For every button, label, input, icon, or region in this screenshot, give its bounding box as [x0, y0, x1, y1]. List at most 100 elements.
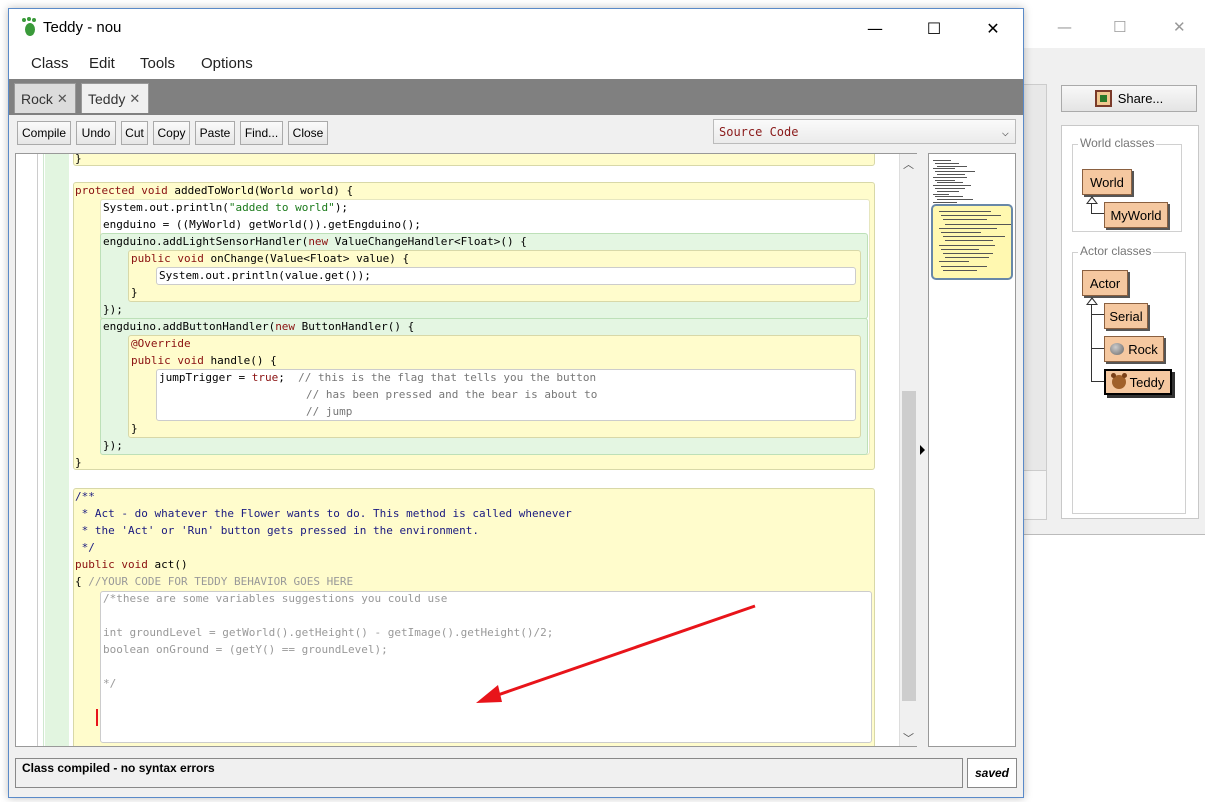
code-line: public void act()	[75, 558, 188, 571]
code-comment: // has been pressed and the bear is abou…	[306, 388, 598, 401]
menu-tools[interactable]: Tools	[140, 55, 175, 72]
minimap-line	[933, 202, 957, 203]
tab-rock[interactable]: Rock ✕	[14, 83, 76, 113]
code-line: engduino = ((MyWorld) getWorld()).getEng…	[103, 218, 421, 231]
code-line: public void handle() {	[131, 354, 277, 367]
minimap-line	[941, 265, 987, 267]
minimize-icon: —	[867, 18, 883, 38]
maximize-button[interactable]: ☐	[911, 15, 957, 41]
minimap-line	[937, 199, 973, 201]
actor-classes-label: Actor classes	[1078, 244, 1154, 258]
minimap-line	[943, 269, 977, 271]
code-line: }	[75, 153, 82, 165]
copy-button[interactable]: Copy	[153, 121, 190, 145]
menu-class[interactable]: Class	[31, 55, 69, 72]
minimap-line	[933, 160, 951, 161]
minimap-line	[933, 193, 949, 195]
compile-button[interactable]: Compile	[17, 121, 71, 145]
javadoc-line: */	[75, 541, 95, 554]
class-serial[interactable]: Serial	[1104, 303, 1148, 329]
editor-scrollbar[interactable]: ︿ ﹀	[899, 154, 917, 746]
minimap-line	[937, 165, 967, 167]
scroll-thumb[interactable]	[902, 391, 916, 701]
minimap-line	[935, 171, 975, 173]
close-icon[interactable]: ✕	[1173, 18, 1186, 36]
menu-options[interactable]: Options	[201, 55, 253, 72]
code-line: engduino.addButtonHandler(new ButtonHand…	[103, 320, 415, 333]
minimap-line	[943, 236, 1005, 238]
navigation-view[interactable]	[928, 153, 1016, 747]
rock-icon	[1110, 343, 1125, 355]
code-comment: int groundLevel = getWorld().getHeight()…	[103, 626, 554, 639]
code-line: public void onChange(Value<Float> value)…	[131, 252, 410, 265]
close-class-button[interactable]: Close	[288, 121, 328, 145]
maximize-icon: ☐	[926, 18, 942, 38]
minimap-line	[945, 223, 1011, 225]
javadoc-line: * the 'Act' or 'Run' button gets pressed…	[75, 524, 479, 537]
tab-teddy[interactable]: Teddy ✕	[81, 83, 149, 113]
world-classes-label: World classes	[1078, 136, 1157, 150]
world-controls-edge	[1023, 470, 1047, 520]
close-button[interactable]: ✕	[970, 15, 1016, 41]
code-line: { //YOUR CODE FOR TEDDY BEHAVIOR GOES HE…	[75, 575, 354, 588]
class-myworld[interactable]: MyWorld	[1104, 202, 1168, 228]
minimap-line	[939, 211, 991, 212]
text-caret	[96, 709, 98, 726]
minimap-line	[935, 179, 955, 181]
close-icon[interactable]: ✕	[57, 91, 68, 107]
class-diagram: World classes World MyWorld Actor classe…	[1061, 125, 1199, 519]
code-comment: boolean onGround = (getY() == groundLeve…	[103, 643, 388, 656]
scroll-up-icon[interactable]: ︿	[903, 156, 914, 172]
titlebar: Teddy - nou — ☐ ✕	[9, 9, 1023, 47]
navigation-splitter[interactable]	[918, 153, 928, 747]
paste-button[interactable]: Paste	[195, 121, 235, 145]
world-view-edge	[1023, 84, 1047, 484]
minimap-line	[941, 215, 1001, 217]
chevron-down-icon: ⌵	[1001, 125, 1009, 139]
collapse-arrow-icon[interactable]	[920, 445, 925, 455]
view-select-value: Source Code	[719, 124, 799, 139]
menubar: Class Edit Tools Options	[9, 47, 1023, 79]
minimap-line	[935, 196, 963, 198]
minimap-line	[937, 190, 959, 192]
minimap-line	[941, 232, 981, 233]
minimize-icon[interactable]: —	[1057, 18, 1072, 36]
close-icon: ✕	[986, 18, 1000, 38]
line-gutter	[16, 154, 38, 746]
greenfoot-footprint-icon	[21, 17, 39, 37]
teddy-bear-icon	[1110, 373, 1127, 389]
minimap-line	[933, 185, 971, 187]
scroll-down-icon[interactable]: ﹀	[903, 730, 914, 746]
act-body[interactable]	[100, 591, 872, 743]
class-world[interactable]: World	[1082, 169, 1132, 195]
minimap-line	[937, 174, 965, 175]
class-rock[interactable]: Rock	[1104, 336, 1164, 362]
window-title: Teddy - nou	[43, 19, 122, 36]
minimap-line	[941, 248, 979, 250]
undo-button[interactable]: Undo	[76, 121, 116, 145]
code-comment: // jump	[306, 405, 353, 418]
menu-edit[interactable]: Edit	[89, 55, 115, 72]
close-icon[interactable]: ✕	[129, 91, 140, 107]
class-actor[interactable]: Actor	[1082, 270, 1128, 296]
greenfoot-main-window: — ☐ ✕ Share... World classes World MyWor…	[1022, 8, 1205, 535]
cut-button[interactable]: Cut	[121, 121, 148, 145]
share-button[interactable]: Share...	[1061, 85, 1197, 112]
view-select[interactable]: Source Code ⌵	[713, 119, 1016, 144]
code-line: }	[131, 422, 138, 435]
navigation-viewport[interactable]	[931, 204, 1013, 280]
class-teddy[interactable]: Teddy	[1104, 369, 1172, 395]
maximize-icon[interactable]: ☐	[1113, 18, 1126, 36]
code-line: });	[103, 439, 123, 452]
share-icon	[1094, 90, 1112, 107]
code-editor[interactable]: } protected void addedToWorld(World worl…	[15, 153, 917, 747]
find-button[interactable]: Find...	[240, 121, 283, 145]
minimap-line	[943, 253, 993, 254]
code-line: engduino.addLightSensorHandler(new Value…	[103, 235, 527, 248]
saved-indicator: saved	[967, 758, 1017, 788]
minimize-button[interactable]: —	[852, 15, 898, 41]
minimap-line	[943, 219, 987, 221]
code-line: jumpTrigger = true; // this is the flag …	[159, 371, 597, 384]
minimap-line	[933, 168, 955, 170]
inherit-arrow	[1086, 297, 1098, 305]
